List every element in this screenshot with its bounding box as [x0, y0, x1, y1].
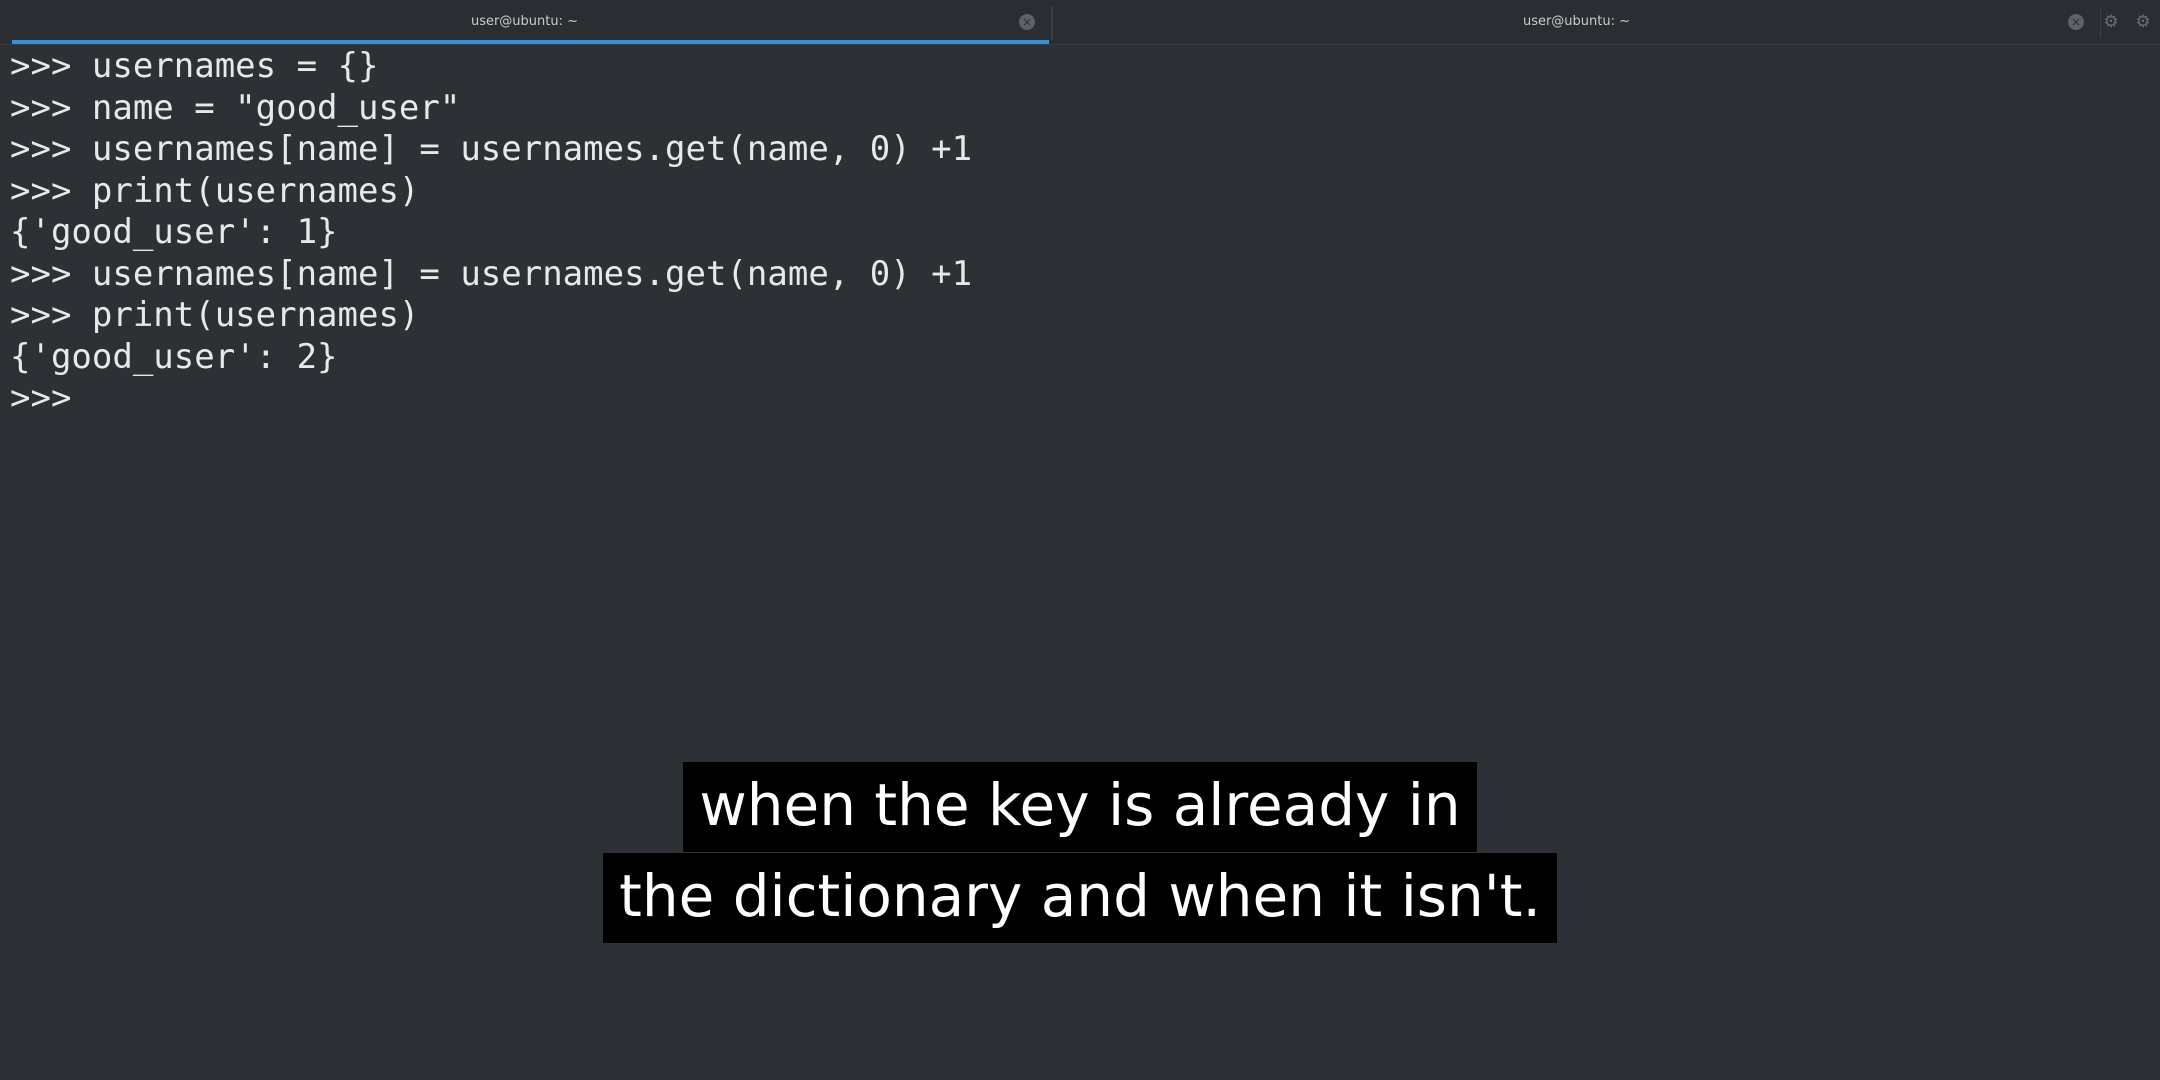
tab-title: user@ubuntu: ~	[1522, 14, 1631, 29]
subtitle-text: when the key is already in	[683, 762, 1477, 852]
close-tab-1-icon[interactable]: ×	[1019, 14, 1035, 30]
tab-terminal-2[interactable]: user@ubuntu: ~ ×	[1053, 0, 2100, 44]
subtitle-line-1: when the key is already in	[0, 762, 2160, 852]
terminal-line: >>> print(usernames)	[10, 170, 420, 211]
close-tab-2-icon[interactable]: ×	[2068, 14, 2084, 30]
terminal-line: >>> usernames = {}	[10, 46, 379, 86]
subtitle-text: the dictionary and when it isn't.	[603, 853, 1557, 943]
terminal-line: {'good_user': 2}	[10, 336, 338, 377]
tab-terminal-1[interactable]: user@ubuntu: ~ ×	[0, 0, 1049, 44]
settings-icon[interactable]: ⚙	[2101, 12, 2121, 32]
tab-bar: user@ubuntu: ~ × user@ubuntu: ~ × ⚙ ⚙	[0, 0, 2160, 45]
terminal-line: >>> name = "good_user"	[10, 87, 461, 128]
tab-title: user@ubuntu: ~	[470, 14, 579, 29]
terminal-line: >>> usernames[name] = usernames.get(name…	[10, 129, 973, 169]
subtitle-line-2: the dictionary and when it isn't.	[0, 853, 2160, 943]
terminal-line: >>> usernames[name] = usernames.get(name…	[10, 253, 973, 294]
menu-icon[interactable]: ⚙	[2133, 12, 2153, 32]
terminal-line: >>> print(usernames)	[10, 295, 420, 335]
terminal-output[interactable]: >>> usernames = {} >>> name = "good_user…	[10, 46, 2150, 420]
active-tab-indicator	[12, 40, 1049, 44]
terminal-prompt[interactable]: >>>	[10, 378, 2150, 420]
terminal-line: {'good_user': 1}	[10, 212, 338, 252]
